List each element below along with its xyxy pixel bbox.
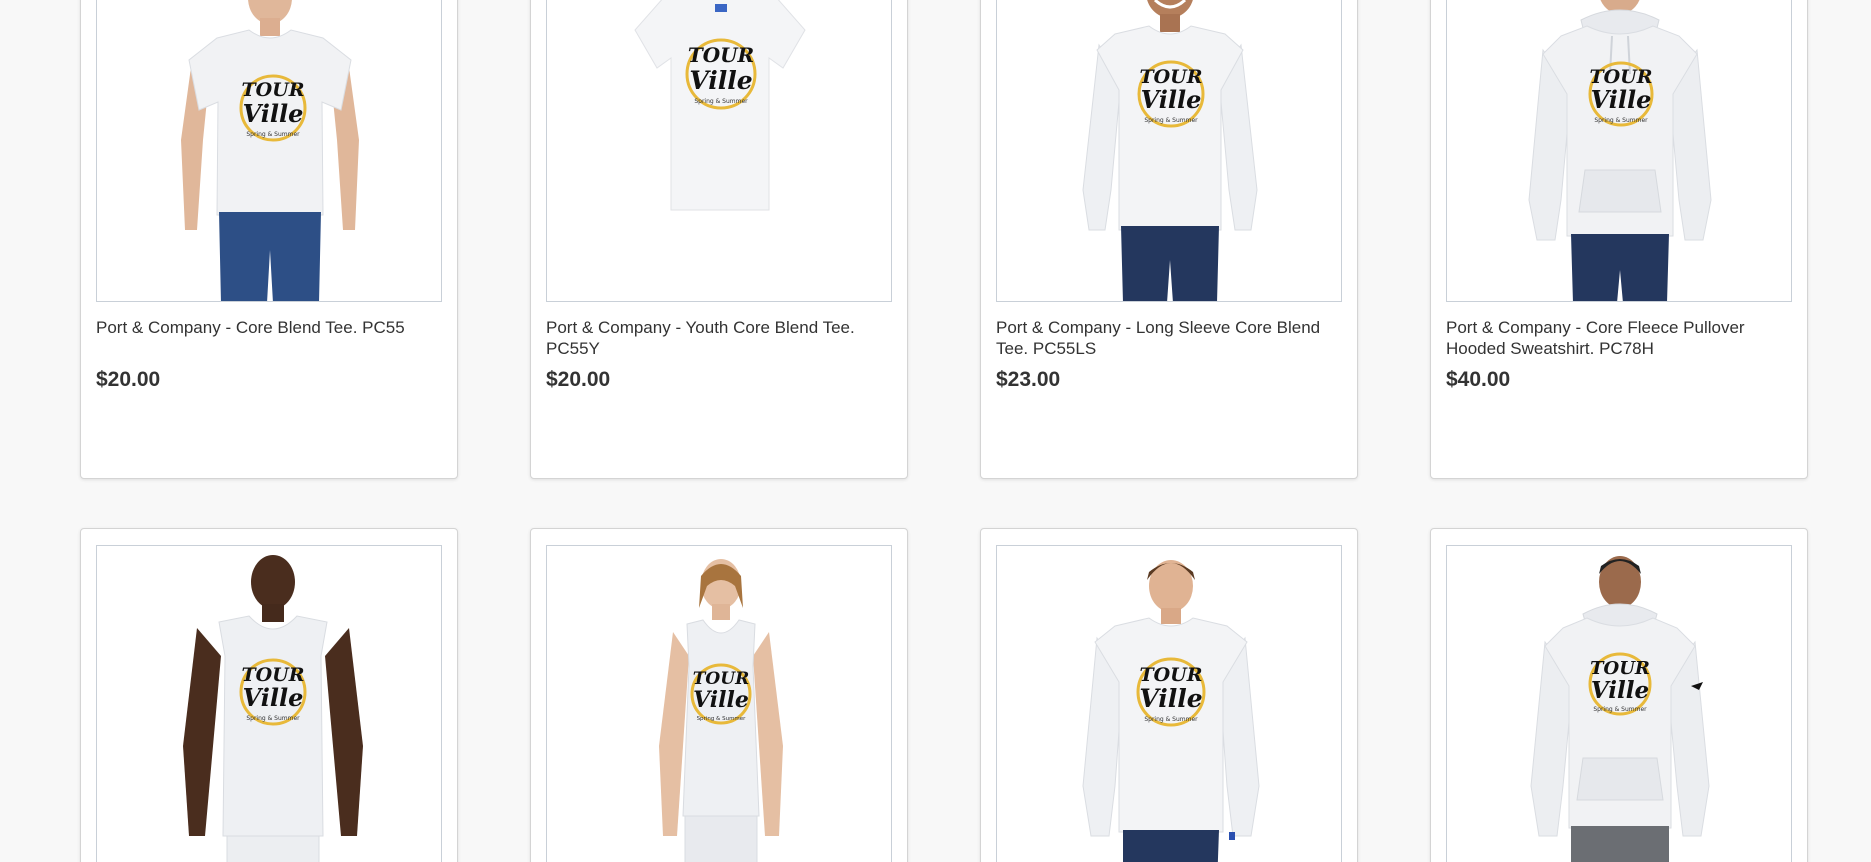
model-longsleeve-icon: TOUR Ville Spring & Summer [1082, 0, 1258, 301]
svg-text:TOUR: TOUR [1590, 658, 1650, 679]
product-image[interactable]: TOUR Ville Spring & Summer [546, 0, 892, 302]
product-card[interactable]: TOUR Ville Spring & Summer [1430, 528, 1808, 862]
svg-text:Spring & Summer: Spring & Summer [1593, 706, 1647, 713]
model-hoodie-icon: TOUR Ville Spring & Summer [1528, 0, 1712, 301]
svg-text:Spring & Summer: Spring & Summer [246, 131, 300, 138]
product-image[interactable]: TOUR Ville Spring & Summer [996, 0, 1342, 302]
product-title[interactable]: Port & Company - Youth Core Blend Tee. P… [546, 317, 892, 359]
product-image[interactable]: TOUR Ville Spring & Summer [1446, 545, 1792, 862]
flat-tshirt-icon: TOUR Ville Spring & Summer [634, 0, 806, 211]
svg-text:Ville: Ville [1139, 684, 1202, 713]
model-sweatshirt-icon: TOUR Ville Spring & Summer [1082, 560, 1260, 862]
model-sleeveless-icon: TOUR Ville Spring & Summer [183, 555, 363, 862]
svg-text:Spring & Summer: Spring & Summer [697, 716, 747, 722]
svg-text:TOUR: TOUR [693, 669, 749, 689]
svg-text:Spring & Summer: Spring & Summer [1144, 716, 1198, 723]
product-card[interactable]: TOUR Ville Spring & Summer Port & Compan… [530, 0, 908, 479]
product-image[interactable]: TOUR Ville Spring & Summer [96, 545, 442, 862]
svg-text:TOUR: TOUR [241, 79, 304, 101]
svg-text:TOUR: TOUR [1139, 664, 1202, 686]
svg-text:Spring & Summer: Spring & Summer [246, 715, 300, 722]
svg-text:Ville: Ville [1591, 85, 1652, 114]
model-hoodie-joggers-icon: TOUR Ville Spring & Summer [1530, 556, 1710, 862]
product-card[interactable]: TOUR Ville Spring & Summer Port & Compan… [980, 0, 1358, 479]
product-title[interactable]: Port & Company - Long Sleeve Core Blend … [996, 317, 1342, 359]
svg-text:Ville: Ville [243, 683, 304, 712]
svg-text:Ville: Ville [1591, 677, 1649, 704]
product-price: $20.00 [546, 368, 611, 391]
product-title[interactable]: Port & Company - Core Blend Tee. PC55 [96, 317, 442, 338]
product-price: $23.00 [996, 368, 1061, 391]
product-price: $20.00 [96, 368, 161, 391]
product-price: $40.00 [1446, 368, 1511, 391]
model-tshirt-icon: TOUR Ville Spring & Summer [181, 0, 359, 301]
product-card[interactable]: TOUR Ville Spring & Summer Port & Compan… [80, 0, 458, 479]
product-card[interactable]: TOUR Ville Spring & Summer Port & Compan… [1430, 0, 1808, 479]
svg-text:Spring & Summer: Spring & Summer [1144, 117, 1198, 124]
product-image[interactable]: TOUR Ville Spring & Summer [1446, 0, 1792, 302]
svg-text:Ville: Ville [1141, 85, 1202, 114]
product-image[interactable]: TOUR Ville Spring & Summer [996, 545, 1342, 862]
svg-text:Spring & Summer: Spring & Summer [694, 98, 748, 105]
product-title[interactable]: Port & Company - Core Fleece Pullover Ho… [1446, 317, 1792, 359]
product-card[interactable]: TOUR Ville Spring & Summer [530, 528, 908, 862]
model-womens-tank-icon: TOUR Ville Spring & Summer [659, 559, 783, 862]
product-image[interactable]: TOUR Ville Spring & Summer [546, 545, 892, 862]
svg-text:Ville: Ville [693, 687, 749, 713]
product-card[interactable]: TOUR Ville Spring & Summer [980, 528, 1358, 862]
svg-text:Spring & Summer: Spring & Summer [1594, 117, 1648, 124]
svg-text:Ville: Ville [243, 99, 304, 128]
product-image[interactable]: TOUR Ville Spring & Summer [96, 0, 442, 302]
svg-text:Ville: Ville [689, 66, 752, 95]
product-card[interactable]: TOUR Ville Spring & Summer [80, 528, 458, 862]
svg-text:TOUR: TOUR [688, 43, 754, 67]
